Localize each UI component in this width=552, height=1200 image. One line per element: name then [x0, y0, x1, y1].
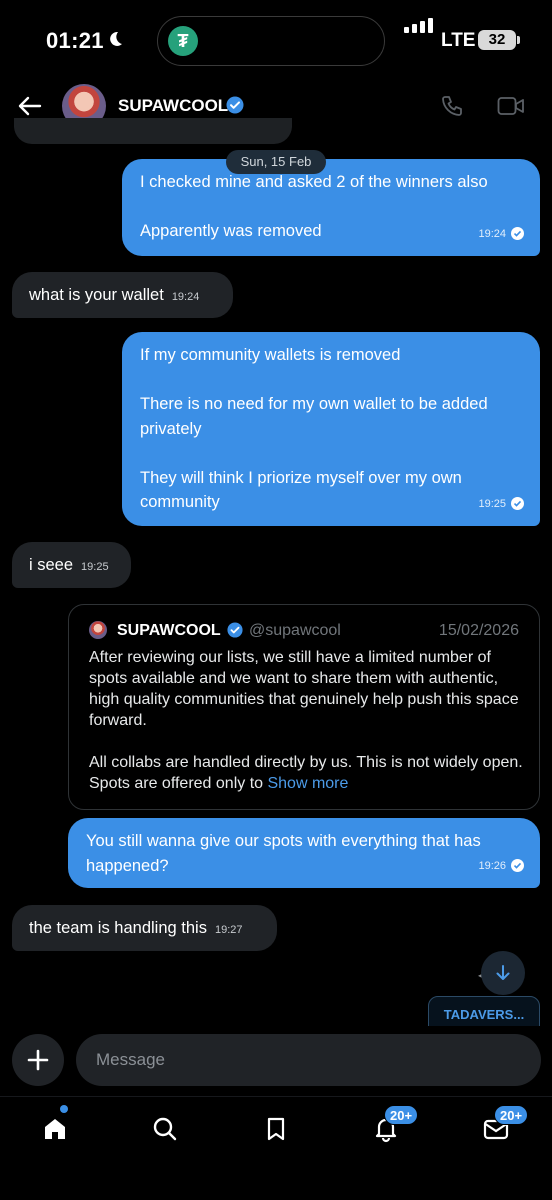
message-preview-chip[interactable]: TADAVERS... [428, 996, 540, 1028]
quoted-post-avatar [89, 621, 107, 639]
message-text: what is your wallet [29, 286, 164, 304]
battery-indicator: 32 [478, 30, 516, 50]
bottom-navigation: 20+ 20+ [0, 1096, 552, 1200]
message-outgoing[interactable]: I checked mine and asked 2 of the winner… [122, 159, 540, 256]
phone-call-icon[interactable] [440, 94, 464, 118]
attach-plus-button[interactable] [12, 1034, 64, 1086]
message-time: 19:25 [81, 561, 109, 573]
nav-home[interactable] [35, 1109, 75, 1149]
message-time: 19:24 [478, 227, 506, 240]
quoted-post-date: 15/02/2026 [438, 622, 519, 639]
video-call-icon[interactable] [497, 95, 525, 117]
message-time: 19:27 [214, 924, 243, 936]
read-check-icon [511, 227, 524, 241]
message-outgoing[interactable]: If my community wallets is removed There… [122, 332, 540, 526]
tether-icon: ₮ [168, 26, 198, 56]
scroll-to-bottom-button[interactable] [481, 951, 525, 995]
message-text: the team is handling this [29, 919, 207, 937]
show-more-link[interactable]: Show more [267, 775, 348, 792]
home-icon [45, 1119, 65, 1139]
message-incoming[interactable]: the team is handling this 19:27 [12, 905, 277, 951]
message-text: I checked mine and asked 2 of the winner… [140, 173, 488, 240]
message-time: 19:25 [478, 497, 506, 510]
search-icon [153, 1117, 177, 1141]
status-time: 01:21 [46, 28, 104, 53]
read-check-icon [511, 859, 524, 873]
message-time: 19:26 [478, 859, 506, 872]
contact-name[interactable]: SUPAWCOOL [118, 96, 228, 116]
message-meta: 19:25 [478, 492, 524, 517]
message-input[interactable] [76, 1034, 541, 1086]
message-meta: 19:24 [478, 222, 524, 247]
home-unread-dot [60, 1105, 68, 1113]
message-text: i seee [29, 556, 74, 574]
quoted-post-body: After reviewing our lists, we still have… [89, 647, 529, 794]
battery-tip [517, 36, 520, 44]
message-meta: 19:26 [478, 854, 524, 879]
bookmark-icon [267, 1117, 285, 1141]
message-text: You still wanna give our spots with ever… [86, 832, 481, 875]
quoted-post-handle: @supawcool [249, 622, 341, 639]
message-outgoing[interactable]: You still wanna give our spots with ever… [68, 818, 540, 888]
quoted-post-text: After reviewing our lists, we still have… [89, 649, 523, 792]
verified-badge-icon [226, 96, 244, 114]
messages-badge: 20+ [494, 1105, 529, 1125]
nav-bookmarks[interactable] [256, 1109, 296, 1149]
read-check-icon [511, 497, 524, 511]
message-incoming[interactable]: what is your wallet 19:24 [12, 272, 233, 318]
plus-icon [27, 1049, 49, 1071]
message-time: 19:24 [171, 291, 200, 303]
verified-badge-icon [227, 622, 243, 638]
date-divider: Sun, 15 Feb [226, 150, 326, 174]
notifications-badge: 20+ [384, 1105, 419, 1125]
arrow-down-icon [496, 965, 510, 980]
status-bar: 01:21 ₮ LTE 32 [0, 0, 552, 80]
quoted-post-card[interactable]: SUPAWCOOL @supawcool 15/02/2026 After re… [68, 604, 540, 810]
moon-icon [110, 31, 122, 46]
nav-search[interactable] [145, 1109, 185, 1149]
message-text: If my community wallets is removed There… [140, 346, 488, 511]
back-arrow-icon[interactable] [16, 92, 44, 120]
previous-message-edge [14, 118, 292, 144]
composer-bar [0, 1026, 552, 1096]
network-label: LTE [441, 30, 476, 51]
message-incoming[interactable]: i seee 19:25 [12, 542, 131, 588]
quoted-post-name: SUPAWCOOL [117, 622, 221, 639]
